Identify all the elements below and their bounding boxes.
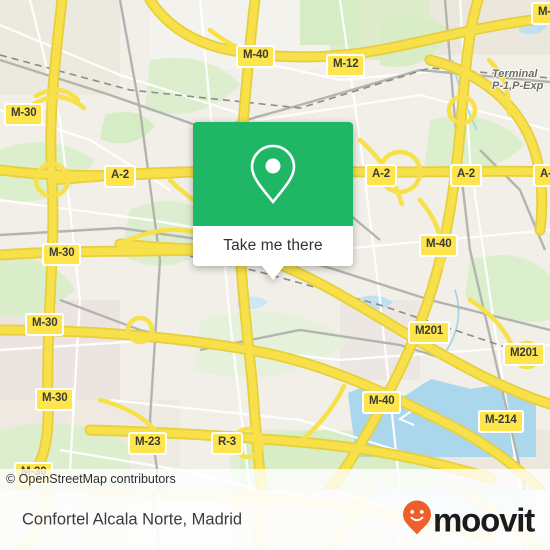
road-shield: A-2	[365, 164, 397, 187]
road-shield: M-214	[478, 410, 524, 433]
take-me-there-button[interactable]: Take me there	[193, 226, 353, 266]
destination-popup[interactable]: Take me there	[193, 122, 353, 280]
road-shield: R-3	[211, 432, 243, 455]
road-shield: M201	[408, 321, 450, 344]
road-shield: M-12	[326, 54, 366, 77]
road-shield: M-40	[419, 234, 459, 257]
road-shield: M-1	[531, 2, 550, 25]
map-attribution[interactable]: © OpenStreetMap contributors	[0, 468, 550, 490]
road-shield: M-30	[4, 103, 44, 126]
road-shield: M-40	[236, 45, 276, 68]
road-shield: M-23	[128, 432, 168, 455]
map-pin-icon	[246, 142, 300, 206]
take-me-there-label: Take me there	[223, 237, 323, 254]
road-shield: M-30	[25, 313, 65, 336]
road-shield: A-2	[533, 164, 550, 187]
footer-bar: Confortel Alcala Norte, Madrid moovit	[0, 490, 550, 550]
road-shield: A-2	[104, 165, 136, 188]
road-shield: M-30	[42, 243, 82, 266]
road-shield: M-30	[35, 388, 75, 411]
poi-label: P-1,P-Exp	[492, 80, 544, 92]
moovit-pin-smiley-icon	[402, 500, 432, 541]
road-shield: M201	[503, 343, 545, 366]
place-title: Confortel Alcala Norte, Madrid	[22, 510, 243, 529]
poi-label: Terminal	[492, 68, 538, 80]
moovit-logo[interactable]: moovit	[402, 500, 535, 541]
map-canvas[interactable]: M-30M-30M-30M-30M-30A-2M-40M-12M-1A-2A-2…	[0, 0, 550, 490]
moovit-wordmark: moovit	[433, 501, 535, 539]
popup-header	[193, 122, 353, 226]
moovit-map-share-card: M-30M-30M-30M-30M-30A-2M-40M-12M-1A-2A-2…	[0, 0, 550, 550]
road-shield: M-40	[362, 391, 402, 414]
popup-pointer-tail	[262, 266, 284, 280]
road-shield: A-2	[450, 164, 482, 187]
